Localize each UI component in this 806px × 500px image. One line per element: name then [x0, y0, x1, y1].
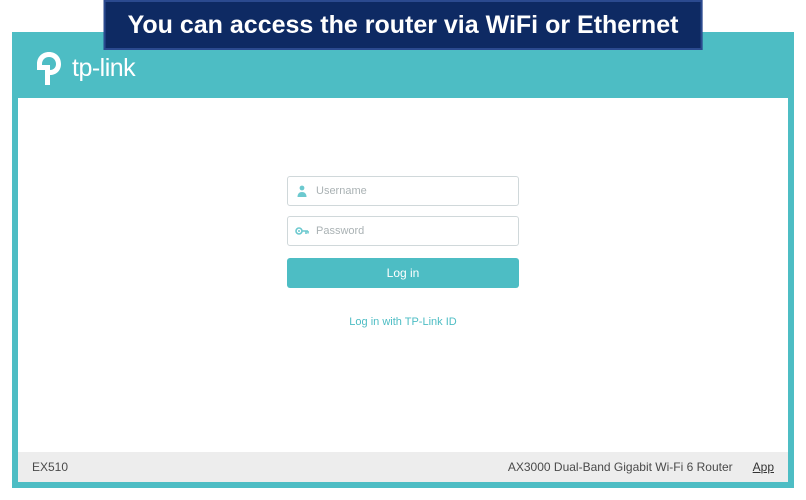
key-icon	[288, 225, 316, 237]
footer-product-name: AX3000 Dual-Band Gigabit Wi-Fi 6 Router	[508, 460, 733, 474]
router-admin-panel: tp-link	[12, 32, 794, 488]
username-input-group	[287, 176, 519, 206]
footer-app-link[interactable]: App	[753, 460, 774, 474]
brand-logo: tp-link	[34, 50, 135, 86]
footer-bar: EX510 AX3000 Dual-Band Gigabit Wi-Fi 6 R…	[18, 452, 788, 482]
password-input[interactable]	[316, 217, 518, 245]
login-button[interactable]: Log in	[287, 258, 519, 288]
brand-name: tp-link	[72, 54, 135, 83]
username-input[interactable]	[316, 177, 518, 205]
tplink-id-login-link[interactable]: Log in with TP-Link ID	[349, 316, 456, 328]
footer-model: EX510	[32, 460, 68, 474]
instruction-callout: You can access the router via WiFi or Et…	[104, 0, 703, 50]
user-icon	[288, 184, 316, 198]
password-input-group	[287, 216, 519, 246]
tplink-logo-icon	[34, 50, 64, 86]
login-form: Log in Log in with TP-Link ID	[18, 98, 788, 328]
